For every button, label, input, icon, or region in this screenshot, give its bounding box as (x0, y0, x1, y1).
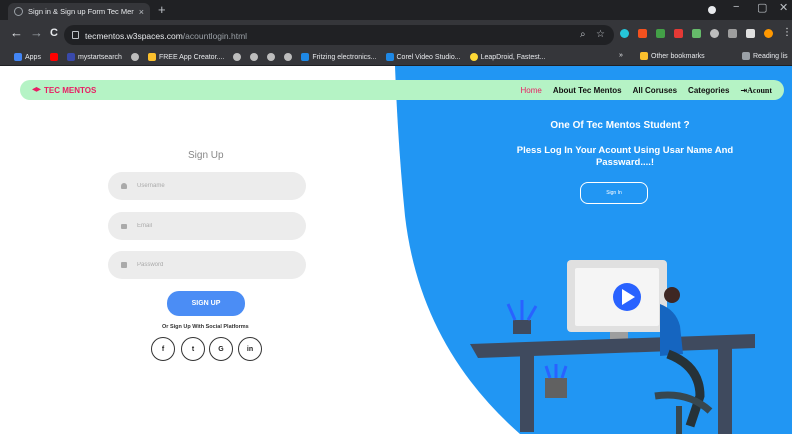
nav-account[interactable]: ⇥Acount (740, 86, 772, 95)
profile-avatar[interactable] (764, 29, 773, 38)
social-signup-text: Or Sign Up With Social Platforms (162, 324, 249, 330)
url-host: tecmentos.w3spaces.com (85, 31, 183, 41)
extension-icon[interactable] (638, 29, 647, 38)
bookmark-app-creator[interactable]: FREE App Creator.... (147, 53, 225, 61)
globe-icon (284, 53, 293, 61)
globe-icon (14, 7, 23, 16)
nav-categories[interactable]: Categories (688, 86, 729, 95)
mystart-icon (66, 53, 75, 61)
username-input[interactable] (137, 183, 287, 189)
youtube-icon (49, 53, 58, 61)
app-creator-icon (147, 53, 156, 61)
bookmarks-overflow-button[interactable]: » (619, 52, 623, 59)
bookmark-mystartsearch[interactable]: mystartsearch (66, 53, 122, 61)
bookmark-label: mystartsearch (77, 53, 122, 61)
extension-icon[interactable] (674, 29, 683, 38)
google-icon[interactable]: G (209, 337, 233, 361)
browser-tabbar: Sign in & Sign up Form Tec Ment × + − ▢ … (0, 0, 792, 20)
globe-icon (250, 53, 259, 61)
email-input[interactable] (137, 223, 287, 229)
record-indicator-icon (708, 6, 716, 14)
brand-name: TEC MENTOS (44, 85, 97, 95)
new-tab-button[interactable]: + (158, 2, 166, 17)
bookmark-label: Corel Video Studio... (396, 53, 461, 61)
bookmark-fritzing[interactable]: Fritzing electronics... (301, 53, 377, 61)
bookmark-label: FREE App Creator.... (158, 53, 225, 61)
bookmark-icon-only[interactable] (233, 53, 242, 61)
bookmark-label: Fritzing electronics... (312, 53, 377, 61)
bookmark-leapdroid[interactable]: LeapDroid, Fastest... (469, 53, 546, 61)
extension-icon[interactable] (710, 29, 719, 38)
apps-grid-icon (14, 53, 22, 61)
bookmark-icon-only[interactable] (284, 53, 293, 61)
site-navbar: TEC MENTOS Home About Tec Mentos All Cor… (20, 80, 784, 100)
leapdroid-icon (469, 53, 478, 61)
email-field[interactable] (108, 212, 306, 240)
reading-list-label: Reading lis (753, 52, 788, 60)
reading-list[interactable]: Reading lis (742, 52, 788, 60)
bookmark-youtube[interactable] (49, 53, 58, 61)
signin-message-line1: Pless Log In Your Acount Using Usar Name… (516, 145, 734, 156)
maximize-button[interactable]: ▢ (757, 1, 767, 14)
reading-list-icon (742, 52, 750, 60)
twitter-icon[interactable]: t (181, 337, 205, 361)
nav-home[interactable]: Home (520, 86, 541, 95)
signin-message-line2: Passward....! (595, 157, 655, 168)
extension-icon[interactable] (656, 29, 665, 38)
nav-about[interactable]: About Tec Mentos (553, 86, 622, 95)
bookmark-corel[interactable]: Corel Video Studio... (385, 53, 461, 61)
other-bookmarks[interactable]: Other bookmarks (640, 52, 705, 60)
browser-tab[interactable]: Sign in & Sign up Form Tec Ment × (8, 3, 150, 20)
bookmark-icon-only[interactable] (130, 53, 139, 61)
nav-all-courses[interactable]: All Coruses (633, 86, 677, 95)
extension-icon[interactable] (692, 29, 701, 38)
signup-button[interactable]: SIGN UP (167, 291, 245, 316)
bookmark-label: LeapDroid, Fastest... (480, 53, 546, 61)
minimize-button[interactable]: − (733, 1, 739, 13)
globe-icon (233, 53, 242, 61)
signin-button[interactable]: Sign In (580, 182, 648, 204)
lock-icon (72, 31, 79, 39)
url-path: /acountlogin.html (182, 31, 248, 41)
bookmark-icon-only[interactable] (267, 53, 276, 61)
reload-button[interactable]: C (50, 27, 58, 39)
window-close-button[interactable]: ✕ (779, 1, 788, 14)
browser-toolbar: ← → C tecmentos.w3spaces.com/acountlogin… (0, 20, 792, 49)
star-icon[interactable]: ☆ (596, 29, 605, 40)
back-button[interactable]: ← (10, 25, 23, 40)
bookmark-apps[interactable]: Apps (14, 53, 41, 61)
username-field[interactable] (108, 172, 306, 200)
web-page: TEC MENTOS Home About Tec Mentos All Cor… (0, 66, 792, 434)
puzzle-icon[interactable] (746, 29, 755, 38)
bookmark-icon-only[interactable] (250, 53, 259, 61)
fritzing-icon (301, 53, 310, 61)
globe-icon (267, 53, 276, 61)
linkedin-icon[interactable]: in (238, 337, 262, 361)
folder-icon (640, 52, 648, 60)
user-icon (121, 183, 127, 189)
lock-icon (121, 262, 127, 268)
facebook-icon[interactable]: f (151, 337, 175, 361)
envelope-icon (121, 223, 127, 229)
corel-icon (385, 53, 394, 61)
extension-icon[interactable] (728, 29, 737, 38)
signin-heading: One Of Tec Mentos Student ? (550, 120, 690, 131)
forward-button[interactable]: → (30, 25, 43, 40)
extension-icon[interactable] (620, 29, 629, 38)
globe-icon (130, 53, 139, 61)
password-input[interactable] (137, 262, 287, 268)
signup-title: Sign Up (188, 150, 224, 161)
nav-links: Home About Tec Mentos All Coruses Catego… (520, 86, 772, 95)
search-icon[interactable]: ⌕ (580, 29, 586, 40)
tab-close-icon[interactable]: × (139, 7, 144, 17)
tab-title: Sign in & Sign up Form Tec Ment (28, 7, 134, 16)
address-bar[interactable]: tecmentos.w3spaces.com/acountlogin.html … (64, 25, 614, 45)
menu-icon[interactable]: ⋮ (782, 27, 792, 38)
other-bookmarks-label: Other bookmarks (651, 52, 705, 60)
brand-logo[interactable]: TEC MENTOS (32, 86, 96, 95)
password-field[interactable] (108, 251, 306, 279)
graduation-cap-icon (32, 87, 41, 92)
nav-account-label: Acount (747, 85, 772, 95)
bookmark-label: Apps (25, 53, 41, 61)
